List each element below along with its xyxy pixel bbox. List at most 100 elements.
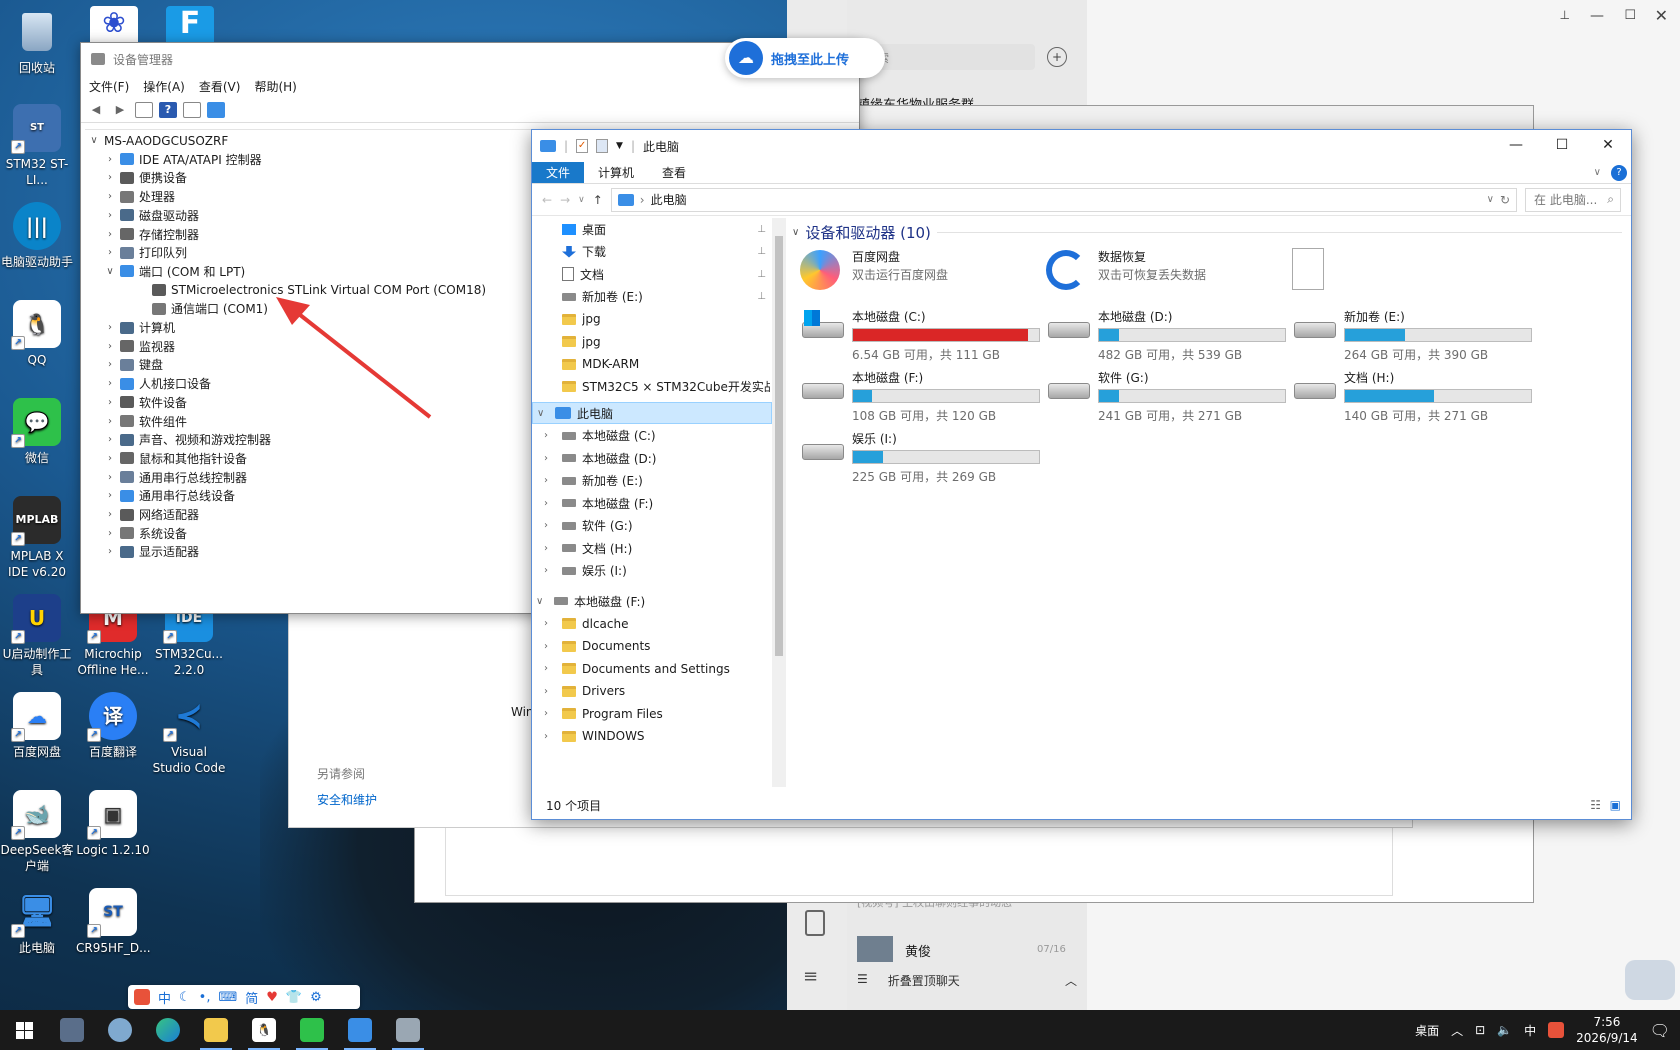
nav-folder-item[interactable]: › Documents <box>532 635 772 657</box>
shirt-icon[interactable]: 👕 <box>286 990 302 1005</box>
expander-icon[interactable]: › <box>544 543 556 554</box>
expander-icon[interactable]: › <box>544 520 556 531</box>
ime-indicator[interactable]: 中 <box>1524 1022 1536 1039</box>
tree-node[interactable]: › 通用串行总线设备 <box>105 486 235 505</box>
expander-icon[interactable]: › <box>105 528 115 539</box>
expander-icon[interactable]: › <box>105 434 115 445</box>
search-input[interactable]: 在 此电脑... ⌕ <box>1525 187 1621 212</box>
menu-view[interactable]: 查看(V) <box>199 78 241 95</box>
maximize-button[interactable]: ☐ <box>1539 130 1585 160</box>
properties-icon[interactable] <box>135 101 153 118</box>
tree-node[interactable]: › 处理器 <box>105 187 175 206</box>
tab-computer[interactable]: 计算机 <box>584 162 648 183</box>
taskbar-wechat[interactable] <box>288 1010 336 1050</box>
tab-view[interactable]: 查看 <box>648 162 700 183</box>
desktop-icon-uqidong[interactable]: U ↗ U启动制作工具 <box>0 594 74 678</box>
nav-quick-access-item[interactable]: 新加卷 (E:) ⊥ <box>532 286 772 308</box>
chat-item-bottom[interactable]: 黄俊 <box>905 941 931 960</box>
tree-node[interactable]: › 磁盘驱动器 <box>105 206 199 225</box>
expander-icon[interactable]: › <box>544 430 556 441</box>
nav-this-pc[interactable]: ∨ 此电脑 <box>532 402 772 424</box>
help-icon[interactable]: ? <box>1611 164 1627 181</box>
address-input[interactable]: › 此电脑 ∨ ↻ <box>610 187 1517 212</box>
nav-folder-item[interactable]: › Documents and Settings <box>532 658 772 680</box>
desktop-icon-qq[interactable]: 🐧 ↗ QQ <box>0 300 74 368</box>
nav-scrollbar-thumb[interactable] <box>775 236 783 656</box>
tree-node[interactable]: › 存储控制器 <box>105 225 199 244</box>
expander-icon[interactable]: › <box>105 322 115 333</box>
network-icon[interactable]: ⊡ <box>1475 1023 1485 1037</box>
desktop-icon-baidu-netdisk[interactable]: ☁ ↗ 百度网盘 <box>0 692 74 760</box>
desktop-toolbar-label[interactable]: 桌面 <box>1415 1022 1439 1039</box>
menu-file[interactable]: 文件(F) <box>89 78 129 95</box>
menu-help[interactable]: 帮助(H) <box>254 78 296 95</box>
fold-pinned-chats[interactable]: ☰ 折叠置顶聊天 ︿ <box>857 972 1077 989</box>
tree-node-port[interactable]: 通信端口 (COM1) <box>137 299 268 318</box>
tree-node[interactable]: › 鼠标和其他指针设备 <box>105 449 247 468</box>
ime-skin-icon[interactable]: ♥ <box>266 990 278 1005</box>
desktop-icon-logic[interactable]: ▣ ↗ Logic 1.2.10 <box>76 790 150 858</box>
ime-logo-icon[interactable] <box>134 989 150 1005</box>
drive-tile[interactable]: 文档 (H:) 140 GB 可用，共 271 GB <box>1292 369 1542 427</box>
phone-icon[interactable] <box>805 910 825 936</box>
keyboard-icon[interactable]: ⌨ <box>218 990 237 1005</box>
desktop-icon-vscode[interactable]: ≺ ↗ Visual Studio Code <box>152 692 226 776</box>
security-link[interactable]: 安全和维护 <box>317 791 377 808</box>
tree-node[interactable]: › 系统设备 <box>105 524 187 543</box>
nav-drive-item[interactable]: › 文档 (H:) <box>532 537 772 559</box>
back-icon[interactable]: ← <box>542 193 552 207</box>
desktop-icon-cr95hf[interactable]: ST ↗ CR95HF_D... <box>76 888 151 956</box>
details-view-icon[interactable]: ☷ <box>1590 798 1601 812</box>
section-header[interactable]: ∨ 设备和驱动器 (10) <box>792 222 1622 243</box>
expander-icon[interactable]: › <box>105 416 115 427</box>
nav-drive-item[interactable]: › 新加卷 (E:) <box>532 470 772 492</box>
tree-node[interactable]: › 通用串行总线控制器 <box>105 468 247 487</box>
nav-drive-item[interactable]: › 本地磁盘 (C:) <box>532 425 772 447</box>
drive-tile[interactable]: 娱乐 (I:) 225 GB 可用，共 269 GB <box>800 430 1050 488</box>
taskbar-explorer[interactable] <box>192 1010 240 1050</box>
tree-node[interactable]: › 计算机 <box>105 318 175 337</box>
expander-icon[interactable]: › <box>544 453 556 464</box>
tiles-view-icon[interactable]: ▣ <box>1610 798 1621 812</box>
new-folder-icon[interactable] <box>596 139 609 153</box>
menu-action[interactable]: 操作(A) <box>143 78 185 95</box>
nav-drive-item[interactable]: › 本地磁盘 (F:) <box>532 492 772 514</box>
expander-icon[interactable]: › <box>105 359 115 370</box>
up-icon[interactable]: ↑ <box>593 193 603 207</box>
expander-icon[interactable]: › <box>544 475 556 486</box>
tree-node[interactable]: › 便携设备 <box>105 168 187 187</box>
tree-node[interactable]: › 软件设备 <box>105 393 187 412</box>
desktop-icon-stlink[interactable]: ST ↗ STM32 ST-LI... <box>0 104 74 188</box>
menu-icon[interactable]: ≡ <box>803 966 818 987</box>
expander-icon[interactable]: ∨ <box>537 408 549 419</box>
pin-icon[interactable]: ⊥ <box>1560 8 1570 22</box>
expander-icon[interactable]: › <box>544 641 556 652</box>
nav-drive-item[interactable]: › 娱乐 (I:) <box>532 560 772 582</box>
nav-quick-access-item[interactable]: STM32C5 × STM32Cube开发实战 <box>532 376 772 398</box>
chat-bubble-icon[interactable] <box>1625 960 1675 1000</box>
clock[interactable]: 7:56 2026/9/14 <box>1576 1014 1638 1046</box>
taskbar-qq[interactable]: 🐧 <box>240 1010 288 1050</box>
add-icon[interactable]: + <box>1047 47 1067 67</box>
blank-file-tile[interactable] <box>1292 248 1542 306</box>
expander-icon[interactable]: › <box>544 618 556 629</box>
tree-node[interactable]: › 软件组件 <box>105 412 187 431</box>
maximize-icon[interactable]: ☐ <box>1624 8 1636 23</box>
nav-quick-access-item[interactable]: 桌面 ⊥ <box>532 218 772 240</box>
chevron-down-icon[interactable]: ▼ <box>616 141 623 151</box>
close-button[interactable]: ✕ <box>1585 130 1631 160</box>
drive-tile[interactable]: 软件 (G:) 241 GB 可用，共 271 GB <box>1046 369 1296 427</box>
taskbar-calculator[interactable] <box>48 1010 96 1050</box>
comma-icon[interactable]: •, <box>199 990 211 1005</box>
update-driver-icon[interactable] <box>183 101 201 118</box>
nav-f-drive[interactable]: ∨ 本地磁盘 (F:) <box>532 590 772 612</box>
moon-icon[interactable]: ☾ <box>179 990 191 1005</box>
expander-icon[interactable]: › <box>105 397 115 408</box>
tree-root[interactable]: ∨ MS-AAODGCUSOZRF <box>89 131 228 150</box>
nav-folder-item[interactable]: › Program Files <box>532 703 772 725</box>
tree-node[interactable]: › 声音、视频和游戏控制器 <box>105 430 271 449</box>
drive-tile[interactable]: 本地磁盘 (C:) 6.54 GB 可用，共 111 GB <box>800 308 1050 366</box>
taskbar-control-panel[interactable] <box>336 1010 384 1050</box>
minimize-button[interactable]: — <box>1493 130 1539 160</box>
nav-folder-item[interactable]: › WINDOWS <box>532 725 772 747</box>
